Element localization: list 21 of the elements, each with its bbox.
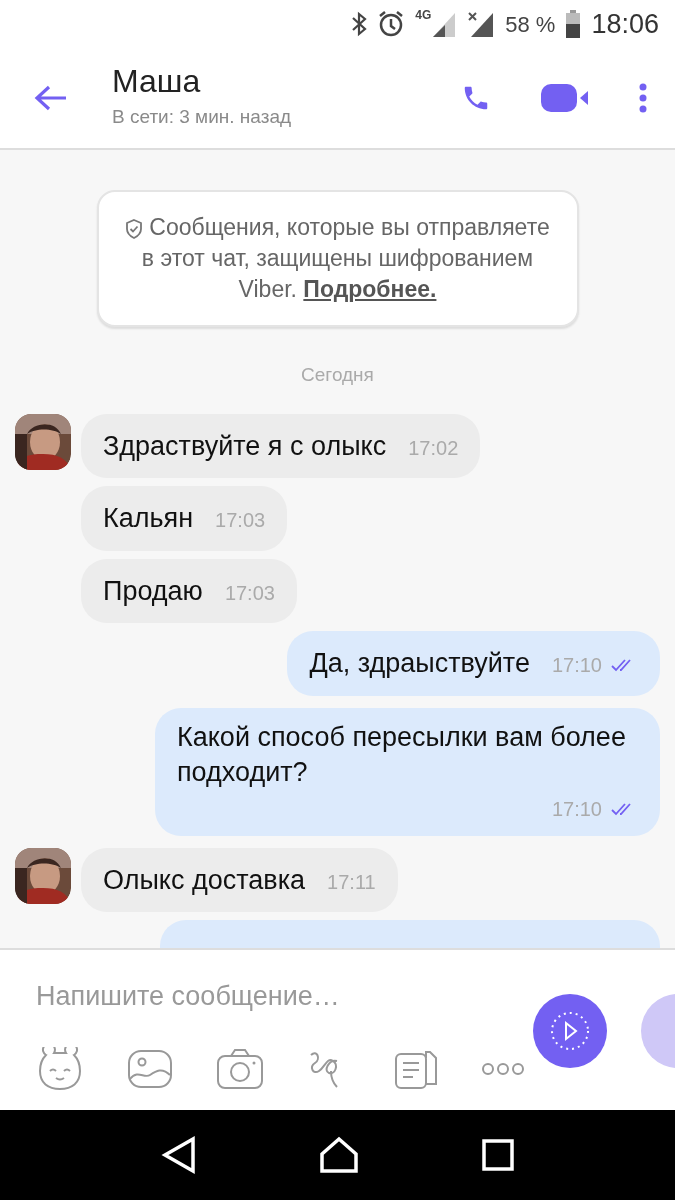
- contact-name: Маша: [112, 64, 202, 100]
- encryption-notice: Сообщения, которые вы отправляете в этот чат, защищены шифрованием Viber. Подробнее.: [96, 190, 579, 328]
- battery-percent: 58 %: [505, 10, 556, 39]
- presence-status: В сети: 3 мин. назад: [112, 105, 293, 130]
- message-time: 17:03: [224, 580, 275, 606]
- message-text: Олыкс доставка: [103, 863, 306, 897]
- message-time: 17:03: [215, 508, 266, 534]
- message-time: 17:10: [551, 796, 602, 822]
- clock: 18:06: [591, 7, 659, 41]
- date-divider: Сегодня: [300, 363, 375, 388]
- message-time: 17:10: [551, 653, 602, 679]
- network-label: 4G: [415, 7, 432, 24]
- message-time: 17:02: [408, 435, 459, 461]
- message-time: 17:11: [327, 869, 376, 895]
- message-text: Здраствуйте я с олыкс: [103, 429, 387, 463]
- message-input[interactable]: Напишите сообщение…: [36, 976, 536, 1017]
- message-text: Продаю: [103, 574, 203, 608]
- message-text: Да, здраыствуйте: [309, 647, 530, 681]
- message-text: Какой способ пересылки вам более подходит?: [177, 720, 627, 789]
- message-text: Кальян: [103, 502, 194, 536]
- more-link[interactable]: Подробнее.: [303, 276, 437, 303]
